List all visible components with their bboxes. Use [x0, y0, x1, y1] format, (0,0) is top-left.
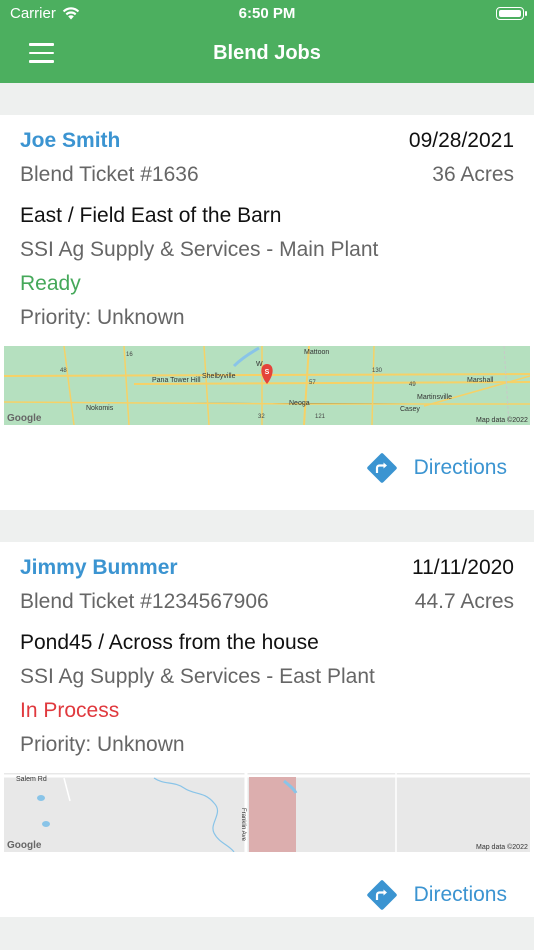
map-label: Marshall [467, 377, 494, 384]
map-label: Martinsville [417, 394, 452, 401]
road-label: Franklin Ave [240, 808, 246, 842]
ticket-number: Blend Ticket #1636 [20, 163, 199, 186]
job-date: 11/11/2020 [412, 556, 514, 579]
map-label: Neoga [289, 400, 310, 407]
job-header-row: Jimmy Bummer 11/11/2020 [20, 556, 514, 580]
road-label: Salem Rd [16, 776, 47, 783]
map-preview[interactable]: Salem Rd Franklin Ave Google Map data ©2… [4, 773, 530, 852]
job-card[interactable]: Jimmy Bummer 11/11/2020 Blend Ticket #12… [0, 542, 534, 917]
route-label: 49 [409, 382, 416, 388]
google-logo: Google [7, 413, 42, 424]
plant-name: SSI Ag Supply & Services - East Plant [20, 665, 375, 688]
status-label: Ready [20, 272, 81, 295]
pin-label: S [265, 369, 270, 376]
clock: 6:50 PM [238, 5, 296, 22]
map-label: Nokomis [86, 405, 114, 412]
map-label: Mattoon [304, 349, 329, 356]
google-logo: Google [7, 840, 42, 851]
directions-icon [366, 880, 397, 910]
map-label: W [256, 361, 263, 368]
priority-label: Priority: Unknown [20, 733, 185, 756]
app-header: Carrier 6:50 PM Blend Jobs [0, 0, 534, 83]
status-bar: Carrier 6:50 PM [0, 0, 534, 28]
acres: 44.7 Acres [414, 590, 514, 613]
directions-button[interactable]: Directions [366, 452, 507, 484]
customer-name[interactable]: Joe Smith [20, 129, 120, 152]
map-label: Shelbyville [202, 373, 236, 380]
ticket-row: Blend Ticket #1636 36 Acres [20, 163, 514, 187]
map-preview[interactable]: Pana Tower Hill Shelbyville Mattoon Noko… [4, 346, 530, 425]
page-title: Blend Jobs [213, 42, 321, 64]
customer-name[interactable]: Jimmy Bummer [20, 556, 178, 579]
route-label: 121 [315, 414, 326, 420]
plant-name: SSI Ag Supply & Services - Main Plant [20, 238, 379, 261]
map-label: Casey [400, 406, 420, 413]
acres: 36 Acres [432, 163, 514, 186]
route-label: 57 [309, 380, 316, 386]
job-card[interactable]: Joe Smith 09/28/2021 Blend Ticket #1636 … [0, 115, 534, 510]
route-label: 16 [126, 352, 133, 358]
status-label: In Process [20, 699, 120, 722]
route-label: 32 [258, 414, 265, 420]
route-label: 130 [372, 368, 383, 374]
ticket-row: Blend Ticket #1234567906 44.7 Acres [20, 590, 514, 614]
job-header-row: Joe Smith 09/28/2021 [20, 129, 514, 153]
ticket-number: Blend Ticket #1234567906 [20, 590, 269, 613]
battery-icon [496, 7, 527, 20]
directions-label: Directions [413, 456, 507, 479]
directions-icon [366, 453, 397, 483]
map-credit: Map data ©2022 [476, 416, 528, 424]
directions-label: Directions [413, 883, 507, 906]
priority-label: Priority: Unknown [20, 306, 185, 329]
route-label: 48 [60, 368, 67, 374]
field-name: Pond45 / Across from the house [20, 631, 319, 654]
map-label: Pana Tower Hill [152, 377, 201, 384]
directions-button[interactable]: Directions [366, 879, 507, 911]
map-credit: Map data ©2022 [476, 843, 528, 851]
field-name: East / Field East of the Barn [20, 204, 282, 227]
job-date: 09/28/2021 [408, 129, 514, 152]
